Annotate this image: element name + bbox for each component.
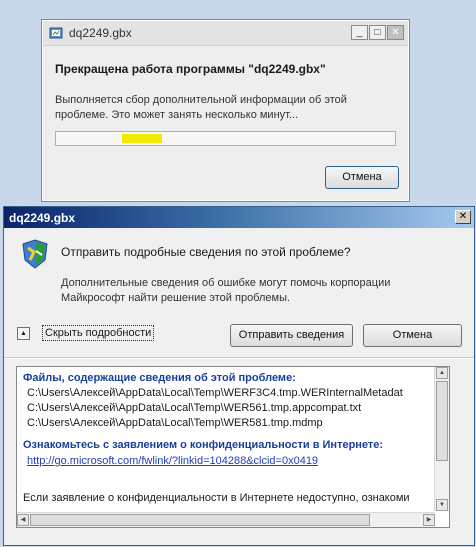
file-path: C:\Users\Алексей\AppData\Local\Temp\WER5…	[27, 417, 323, 429]
divider	[4, 357, 474, 359]
window-title: dq2249.gbx	[69, 26, 132, 40]
privacy-heading: Ознакомьтесь с заявлением о конфиденциал…	[23, 439, 384, 451]
scroll-down-icon[interactable]: ▼	[436, 499, 448, 511]
title-bar[interactable]: dq2249.gbx _ □ ✕	[43, 21, 408, 46]
hide-details-toggle[interactable]: Скрыть подробности	[42, 325, 155, 341]
cancel-button[interactable]: Отмена	[325, 166, 399, 189]
cancel-button[interactable]: Отмена	[363, 324, 462, 347]
dialog-heading: Отправить подробные сведения по этой про…	[61, 245, 351, 259]
window-controls: _ □ ✕	[351, 25, 404, 40]
dialog-heading: Прекращена работа программы "dq2249.gbx"	[55, 62, 326, 76]
scroll-right-icon[interactable]: ▶	[423, 514, 435, 526]
privacy-note: Если заявление о конфиденциальности в Ин…	[23, 492, 410, 504]
progress-indicator	[122, 134, 162, 143]
problem-report-dialog: dq2249.gbx ✕ Отправить подробные сведени…	[3, 206, 475, 546]
scroll-up-icon[interactable]: ▲	[436, 367, 448, 379]
dialog-message: Выполняется сбор дополнительной информац…	[55, 94, 347, 121]
vertical-scrollbar[interactable]: ▲ ▼	[434, 367, 449, 511]
progress-bar	[55, 131, 396, 146]
privacy-link[interactable]: http://go.microsoft.com/fwlink/?linkid=1…	[27, 455, 318, 467]
send-details-button[interactable]: Отправить сведения	[230, 324, 353, 347]
scroll-thumb[interactable]	[30, 514, 370, 526]
file-path: C:\Users\Алексей\AppData\Local\Temp\WER5…	[27, 402, 362, 414]
dialog-message: Дополнительные сведения об ошибке могут …	[61, 277, 391, 304]
window-title: dq2249.gbx	[9, 211, 76, 225]
files-heading: Файлы, содержащие сведения об этой пробл…	[23, 372, 296, 384]
collapse-details-icon[interactable]: ▲	[17, 327, 30, 340]
horizontal-scrollbar[interactable]: ◀ ▶	[17, 512, 435, 527]
file-path: C:\Users\Алексей\AppData\Local\Temp\WERF…	[27, 387, 403, 399]
problem-report-shield-icon	[22, 239, 48, 269]
problem-progress-dialog: dq2249.gbx _ □ ✕ Прекращена работа прогр…	[41, 19, 410, 202]
maximize-button[interactable]: □	[369, 25, 386, 40]
minimize-button[interactable]: _	[351, 25, 368, 40]
scroll-thumb[interactable]	[436, 381, 448, 461]
close-button[interactable]: ✕	[455, 210, 471, 224]
close-button[interactable]: ✕	[387, 25, 404, 40]
title-bar[interactable]: dq2249.gbx ✕	[4, 207, 474, 228]
scroll-left-icon[interactable]: ◀	[17, 514, 29, 526]
details-textbox[interactable]: Файлы, содержащие сведения об этой пробл…	[16, 366, 450, 528]
app-icon	[49, 27, 63, 39]
